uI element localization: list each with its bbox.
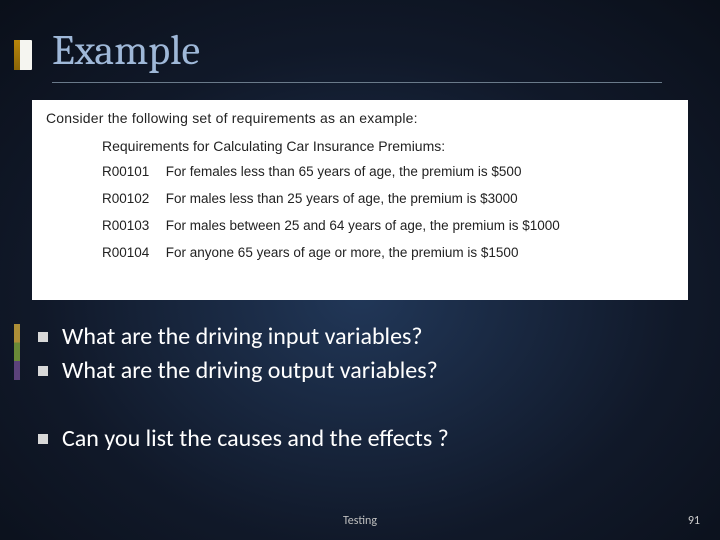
requirement-code: R00102 [102, 191, 162, 208]
slide-body: Example Consider the following set of re… [0, 0, 720, 540]
requirement-text: For males less than 25 years of age, the… [166, 191, 518, 206]
bullet-text: What are the driving output variables? [62, 356, 438, 386]
slide-title: Example [52, 26, 200, 75]
requirements-subhead: Requirements for Calculating Car Insuran… [102, 138, 674, 154]
page-number: 91 [688, 514, 700, 528]
title-underline [52, 82, 662, 83]
requirement-code: R00104 [102, 245, 162, 262]
bullet-item: What are the driving input variables? [24, 320, 656, 354]
footer-label: Testing [343, 514, 377, 528]
requirement-row: R00103 For males between 25 and 64 years… [102, 218, 674, 235]
bullet-item: Can you list the causes and the effects … [24, 422, 656, 456]
accent-tab [14, 40, 32, 70]
requirement-text: For females less than 65 years of age, t… [166, 164, 522, 179]
intro-text: Consider the following set of requiremen… [46, 110, 674, 126]
bullet-item: What are the driving output variables? [24, 354, 656, 388]
requirement-row: R00104 For anyone 65 years of age or mor… [102, 245, 674, 262]
bullet-marker-icon [38, 366, 48, 376]
requirement-row: R00102 For males less than 25 years of a… [102, 191, 674, 208]
requirement-code: R00101 [102, 164, 162, 181]
bullet-marker-icon [38, 434, 48, 444]
bullet-list: What are the driving input variables? Wh… [16, 320, 656, 456]
bullet-text: Can you list the causes and the effects … [62, 424, 449, 454]
requirement-text: For anyone 65 years of age or more, the … [166, 245, 519, 260]
requirement-text: For males between 25 and 64 years of age… [166, 218, 560, 233]
bullet-marker-icon [38, 332, 48, 342]
requirement-code: R00103 [102, 218, 162, 235]
bullet-text: What are the driving input variables? [62, 322, 423, 352]
requirements-panel: Consider the following set of requiremen… [32, 100, 688, 300]
requirement-row: R00101 For females less than 65 years of… [102, 164, 674, 181]
